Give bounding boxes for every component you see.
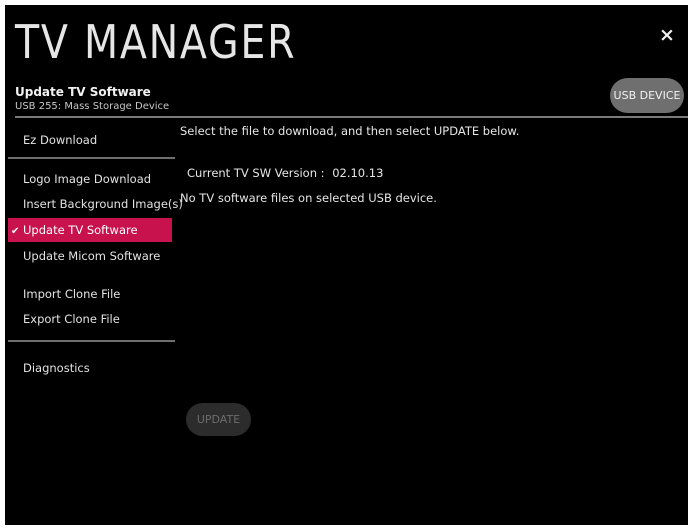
sidebar-item-label: Ez Download xyxy=(23,133,98,147)
sidebar-item-label: Export Clone File xyxy=(23,312,120,326)
sidebar-item-label: Diagnostics xyxy=(23,361,90,375)
sidebar-item-insert-background-images[interactable]: Insert Background Image(s) xyxy=(8,192,183,216)
check-icon: ✔ xyxy=(11,226,20,237)
status-message: No TV software files on selected USB dev… xyxy=(180,191,437,205)
sidebar-item-label: Update TV Software xyxy=(23,223,138,237)
sidebar-divider xyxy=(8,157,175,159)
sidebar-item-import-clone-file[interactable]: Import Clone File xyxy=(8,282,172,306)
instruction-text: Select the file to download, and then se… xyxy=(180,124,520,138)
sidebar-item-logo-image-download[interactable]: Logo Image Download xyxy=(8,167,172,191)
version-value: 02.10.13 xyxy=(332,166,384,180)
sidebar-item-update-tv-software[interactable]: ✔ Update TV Software xyxy=(8,218,172,242)
sidebar-item-label: Update Micom Software xyxy=(23,249,161,263)
selected-device-label: USB 255: Mass Storage Device xyxy=(15,101,170,112)
sidebar-menu: Ez Download Logo Image Download Insert B… xyxy=(8,118,183,398)
sidebar-item-label: Insert Background Image(s) xyxy=(23,197,183,211)
page-subtitle: Update TV Software xyxy=(15,85,151,99)
sidebar-item-ez-download[interactable]: Ez Download xyxy=(8,128,172,152)
app-title: TV MANAGER xyxy=(15,15,297,69)
sidebar-divider xyxy=(8,340,175,342)
update-button[interactable]: UPDATE xyxy=(186,403,251,436)
sidebar-item-diagnostics[interactable]: Diagnostics xyxy=(8,356,172,380)
sidebar-item-label: Logo Image Download xyxy=(23,172,152,186)
usb-device-button[interactable]: USB DEVICE xyxy=(610,78,684,113)
current-version-row: Current TV SW Version : 02.10.13 xyxy=(187,166,383,180)
sidebar-item-export-clone-file[interactable]: Export Clone File xyxy=(8,307,172,331)
tv-manager-screen: TV MANAGER × Update TV Software USB 255:… xyxy=(5,5,688,525)
sidebar-item-update-micom-software[interactable]: Update Micom Software xyxy=(8,244,172,268)
close-icon[interactable]: × xyxy=(657,25,677,45)
version-label: Current TV SW Version : xyxy=(187,166,325,180)
sidebar-item-label: Import Clone File xyxy=(23,287,121,301)
